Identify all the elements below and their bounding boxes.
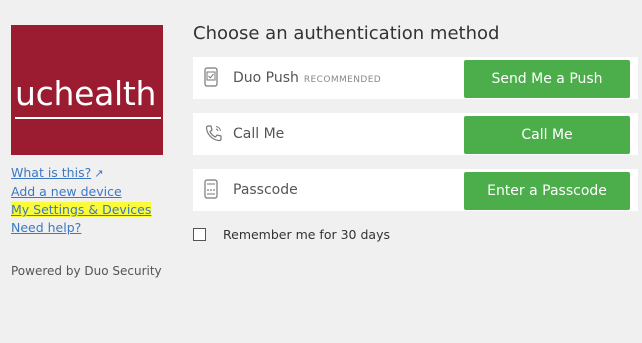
remember-checkbox[interactable] xyxy=(193,228,206,241)
what-is-this-link[interactable]: What is this? ↗ xyxy=(11,164,151,183)
logo-underline xyxy=(15,117,161,119)
uchealth-logo: uchealth xyxy=(11,25,163,155)
logo-text: uchealth xyxy=(15,74,157,113)
recommended-badge: RECOMMENDED xyxy=(303,75,382,85)
call-me-label: Call Me xyxy=(233,126,285,142)
passcode-icon xyxy=(204,179,222,201)
call-me-button[interactable]: Call Me xyxy=(464,116,630,154)
remember-me[interactable]: Remember me for 30 days xyxy=(193,227,390,242)
phone-push-icon xyxy=(204,67,222,89)
duo-push-label: Duo Push xyxy=(233,70,299,86)
settings-devices-label: My Settings & Devices xyxy=(11,202,152,217)
method-row-passcode: Passcode Enter a Passcode xyxy=(193,169,638,211)
method-row-call-me: Call Me Call Me xyxy=(193,113,638,155)
page-title: Choose an authentication method xyxy=(193,23,500,44)
method-row-duo-push: Duo Push RECOMMENDED Send Me a Push xyxy=(193,57,638,99)
send-push-button[interactable]: Send Me a Push xyxy=(464,60,630,98)
external-link-icon: ↗ xyxy=(94,167,104,180)
phone-call-icon xyxy=(204,123,222,145)
add-device-link[interactable]: Add a new device xyxy=(11,183,151,201)
settings-devices-link[interactable]: My Settings & Devices xyxy=(11,201,152,219)
powered-by-text: Powered by Duo Security xyxy=(11,264,162,278)
remember-label: Remember me for 30 days xyxy=(223,227,390,242)
method-label: Duo Push RECOMMENDED xyxy=(233,70,381,86)
passcode-label: Passcode xyxy=(233,182,298,198)
what-is-this-label: What is this? xyxy=(11,165,92,180)
enter-passcode-button[interactable]: Enter a Passcode xyxy=(464,172,630,210)
need-help-link[interactable]: Need help? xyxy=(11,219,151,237)
help-links: What is this? ↗ Add a new device My Setti… xyxy=(11,164,152,237)
